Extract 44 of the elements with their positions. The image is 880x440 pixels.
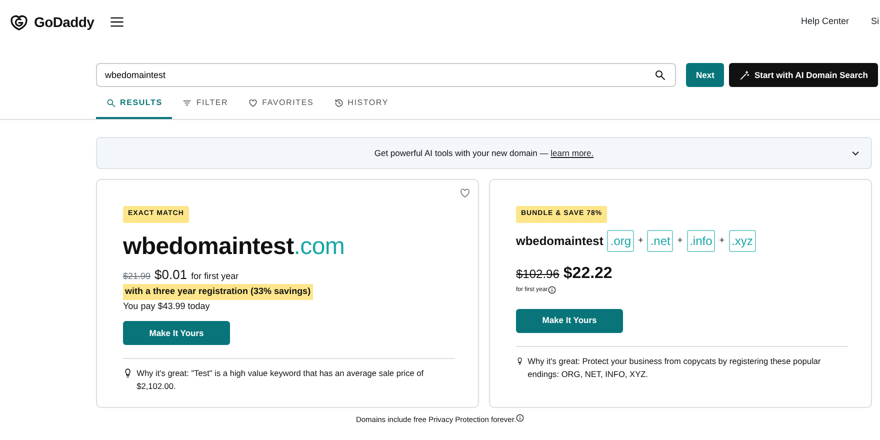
domain-extension: .xyz bbox=[728, 230, 756, 252]
make-it-yours-button[interactable]: Make It Yours bbox=[516, 308, 623, 332]
search-field[interactable]: wbedomaintest bbox=[96, 63, 676, 87]
heart-icon[interactable] bbox=[459, 187, 471, 199]
filter-icon bbox=[182, 98, 192, 108]
savings-note: with a three year registration (33% savings) bbox=[123, 284, 313, 300]
price-note: for first year bbox=[191, 270, 239, 283]
info-icon bbox=[548, 286, 556, 294]
tab[interactable]: RESULTS bbox=[96, 91, 172, 119]
domain-extension: .org bbox=[607, 230, 634, 252]
history-icon bbox=[334, 98, 344, 108]
brand-name[interactable]: GoDaddy bbox=[34, 12, 94, 32]
make-it-yours-button[interactable]: Make It Yours bbox=[123, 321, 230, 345]
plus-sign: + bbox=[677, 234, 683, 247]
search-icon[interactable] bbox=[654, 69, 666, 81]
price: $22.22 bbox=[563, 264, 612, 284]
magic-wand-icon bbox=[739, 70, 750, 80]
old-price: $102.96 bbox=[516, 266, 560, 282]
price: $0.01 bbox=[154, 266, 188, 284]
nav-link[interactable]: Help Center bbox=[800, 15, 849, 29]
heart-icon bbox=[248, 98, 258, 108]
plus-sign: + bbox=[719, 234, 725, 247]
tab[interactable]: FILTER bbox=[172, 91, 238, 119]
search-icon bbox=[106, 98, 116, 108]
tab[interactable]: FAVORITES bbox=[238, 91, 324, 119]
menu-icon[interactable] bbox=[108, 15, 126, 29]
domain-extension: .net bbox=[647, 230, 674, 252]
why-text: Why it's great: "Test" is a high value keyword that has an average sale price of $2,102.00. bbox=[136, 367, 425, 394]
banner-text: Get powerful AI tools with your new domain — learn more. bbox=[374, 146, 594, 160]
tab[interactable]: HISTORY bbox=[324, 91, 398, 119]
ai-search-button[interactable]: Start with AI Domain Search bbox=[729, 63, 878, 87]
lightbulb-icon bbox=[123, 367, 133, 379]
next-button[interactable]: Next bbox=[686, 63, 724, 87]
domain-extension: .info bbox=[686, 230, 716, 252]
domain-name: wbedomaintest.com bbox=[123, 232, 346, 262]
why-text: Why it's great: Protect your business from copycats by registering these popular endings: ORG, NET, INFO, XYZ. bbox=[528, 354, 822, 381]
domain-name: wbedomaintest bbox=[516, 232, 604, 250]
old-price: $21.99 bbox=[123, 270, 151, 282]
info-icon bbox=[516, 414, 524, 422]
pay-note: You pay $43.99 today bbox=[123, 300, 211, 313]
learn-more-link[interactable]: learn more. bbox=[550, 148, 594, 158]
plus-sign: + bbox=[638, 234, 644, 247]
nav-link[interactable]: Si bbox=[870, 15, 879, 29]
lightbulb-icon bbox=[516, 354, 524, 366]
